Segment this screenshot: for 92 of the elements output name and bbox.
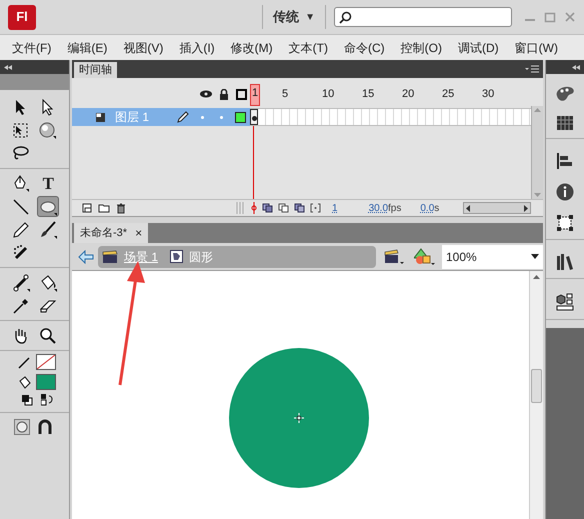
frame-number: 20 (402, 86, 416, 102)
document-title: 未命名-3* (80, 226, 128, 241)
frame-number: 10 (322, 86, 336, 102)
folder-icon[interactable] (98, 203, 110, 213)
free-transform-icon (12, 122, 30, 140)
scrollbar-thumb[interactable] (531, 369, 542, 403)
menu-item[interactable]: 插入(I) (179, 38, 215, 56)
stroke-color-swatch[interactable] (36, 354, 56, 370)
menu-item[interactable]: 修改(M) (230, 38, 273, 56)
default-colors-icon[interactable] (22, 394, 33, 406)
onion-markers-icon[interactable] (310, 203, 321, 213)
info-icon[interactable] (556, 183, 574, 201)
library-icon[interactable] (556, 254, 574, 270)
playhead-handle[interactable]: 1 (250, 84, 260, 106)
edit-scene-icon[interactable] (384, 248, 404, 264)
stage-scrollbar[interactable] (529, 271, 543, 519)
new-layer-icon[interactable] (82, 203, 92, 213)
back-arrow-icon[interactable] (78, 250, 94, 264)
onion-skin-icon[interactable] (262, 203, 273, 213)
scroll-right-icon[interactable] (524, 204, 528, 212)
align-icon[interactable] (557, 153, 573, 169)
sphere-icon (39, 122, 58, 140)
components-icon[interactable] (556, 293, 574, 311)
pencil-icon (12, 220, 30, 238)
keyframe[interactable] (250, 109, 258, 125)
pen-icon (12, 174, 30, 192)
spray-icon (12, 244, 30, 262)
menu-item[interactable]: 窗口(W) (514, 38, 558, 56)
eye-icon[interactable] (200, 90, 212, 98)
magnet-icon[interactable] (38, 419, 52, 435)
search-icon (339, 10, 352, 24)
lasso-icon (12, 144, 30, 162)
layer-color-swatch[interactable] (235, 112, 246, 122)
line-icon (12, 198, 30, 216)
symbol-icon (170, 250, 184, 263)
eyedropper-icon (12, 296, 30, 314)
outline-icon[interactable] (236, 88, 247, 100)
brush-icon (39, 220, 58, 238)
layer-name: 图层 1 (115, 109, 150, 126)
horizontal-scrollbar[interactable] (463, 202, 531, 214)
clapperboard-icon (102, 250, 118, 264)
swap-colors-icon[interactable] (41, 394, 55, 406)
menu-item[interactable]: 文本(T) (288, 38, 328, 56)
paint-bucket-icon (18, 375, 32, 389)
scroll-left-icon[interactable] (466, 204, 470, 212)
app-logo: Fl (8, 4, 36, 30)
elapsed-time[interactable]: 0.0s (420, 200, 440, 216)
circle-shape[interactable] (229, 348, 369, 488)
panel-menu-icon[interactable] (525, 65, 539, 74)
edit-frames-icon[interactable] (294, 203, 305, 213)
menu-item[interactable]: 控制(O) (400, 38, 442, 56)
lock-icon[interactable] (219, 88, 229, 100)
timeline-tab[interactable]: 时间轴 (74, 62, 117, 78)
collapse-icon[interactable] (4, 64, 12, 70)
tool-button[interactable] (37, 196, 59, 217)
zoom-dropdown[interactable]: 100% (442, 244, 543, 268)
object-drawing-icon[interactable] (14, 419, 30, 435)
frame-number: 25 (442, 86, 456, 102)
menu-item[interactable]: 调试(D) (458, 38, 499, 56)
scroll-up-icon[interactable] (533, 275, 540, 279)
workspace-dropdown[interactable]: 传统 ▼ (273, 7, 315, 27)
caret-icon (531, 254, 539, 259)
current-frame[interactable]: 1 (332, 200, 338, 216)
swatches-icon[interactable] (557, 116, 573, 130)
layer-icon (96, 112, 105, 122)
zoom-icon (39, 326, 58, 344)
frame-number: 5 (282, 86, 290, 102)
playhead-marker-icon (251, 202, 257, 214)
crosshair-icon (294, 413, 304, 423)
close-tab-button[interactable]: × (135, 224, 142, 242)
trash-icon[interactable] (116, 202, 126, 214)
menu-item[interactable]: 编辑(E) (67, 38, 108, 56)
frame-number: 30 (482, 86, 496, 102)
grip-icon (236, 202, 244, 214)
onion-outline-icon[interactable] (278, 203, 289, 213)
bone-icon (12, 274, 30, 292)
frame-rate[interactable]: 30.0fps (368, 200, 402, 216)
tool-button[interactable] (38, 120, 59, 141)
menu-item[interactable]: 文件(F) (12, 38, 52, 56)
frame-number: 15 (362, 86, 376, 102)
search-field[interactable] (334, 7, 512, 27)
edit-symbols-icon[interactable] (414, 248, 436, 266)
palette-icon[interactable] (555, 86, 575, 102)
document-tab[interactable]: 未命名-3* × (74, 223, 148, 243)
collapse-icon[interactable] (572, 64, 580, 70)
fill-color-swatch[interactable] (36, 374, 56, 390)
transform-icon[interactable] (557, 215, 573, 231)
tool-button[interactable]: T (38, 173, 59, 194)
pencil-icon (18, 355, 32, 369)
menu-item[interactable]: 命令(C) (344, 38, 385, 56)
paint-bucket-icon (39, 274, 58, 292)
menu-item[interactable]: 视图(V) (123, 38, 164, 56)
